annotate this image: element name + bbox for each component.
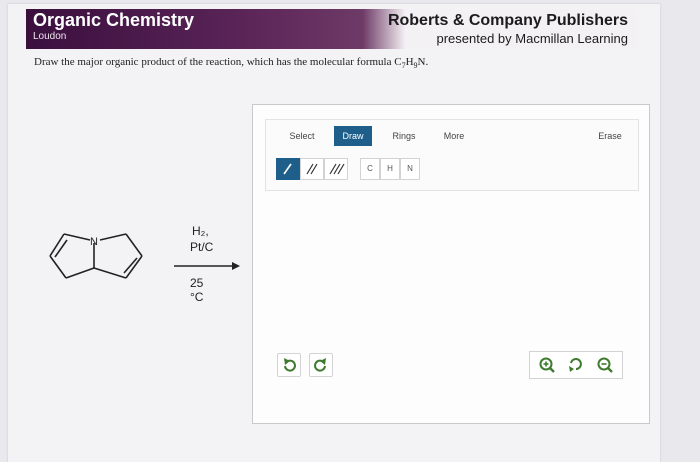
reagent-catalyst: Pt/C [190, 240, 214, 254]
single-bond-icon [283, 163, 292, 175]
undo-button[interactable] [277, 353, 301, 377]
reagent-h2: H₂, [192, 224, 209, 238]
tab-draw[interactable]: Draw [334, 126, 372, 146]
atom-h-button[interactable]: H [380, 158, 400, 180]
zoom-in-button[interactable] [536, 354, 558, 376]
reaction-arrow [174, 262, 240, 270]
sketcher-toolbar: Select Draw Rings More Erase C H N [265, 119, 639, 191]
zoom-out-button[interactable] [594, 354, 616, 376]
reaction-temperature: 25 °C [190, 276, 204, 304]
header-banner: Organic Chemistry Loudon Roberts & Compa… [26, 9, 638, 49]
atom-c-button[interactable]: C [360, 158, 380, 180]
reactant-structure: N [49, 233, 143, 279]
zoom-in-icon [539, 357, 555, 373]
single-bond-button[interactable] [276, 158, 300, 180]
reset-zoom-button[interactable] [565, 354, 587, 376]
app-title: Organic Chemistry [33, 10, 195, 30]
triple-bond-icon [329, 163, 345, 175]
presented-by: presented by Macmillan Learning [436, 31, 629, 46]
tab-more[interactable]: More [436, 126, 472, 146]
publisher-name: Roberts & Company Publishers [387, 12, 628, 29]
double-bond-icon [306, 163, 318, 175]
tab-erase[interactable]: Erase [592, 126, 628, 146]
zoom-controls [529, 351, 623, 379]
triple-bond-button[interactable] [324, 158, 348, 180]
question-text: Draw the major organic product of the re… [34, 56, 429, 71]
redo-button[interactable] [309, 353, 333, 377]
author-name: Loudon [33, 31, 67, 42]
zoom-out-icon [597, 357, 613, 373]
tab-rings[interactable]: Rings [386, 126, 422, 146]
atom-n-button[interactable]: N [400, 158, 420, 180]
undo-icon [284, 358, 296, 372]
reset-zoom-icon [569, 358, 582, 372]
structure-sketcher: Select Draw Rings More Erase C H N [252, 104, 650, 424]
redo-icon [314, 358, 326, 372]
nitrogen-atom-label: N [90, 236, 98, 248]
tab-select[interactable]: Select [284, 126, 320, 146]
double-bond-button[interactable] [300, 158, 324, 180]
